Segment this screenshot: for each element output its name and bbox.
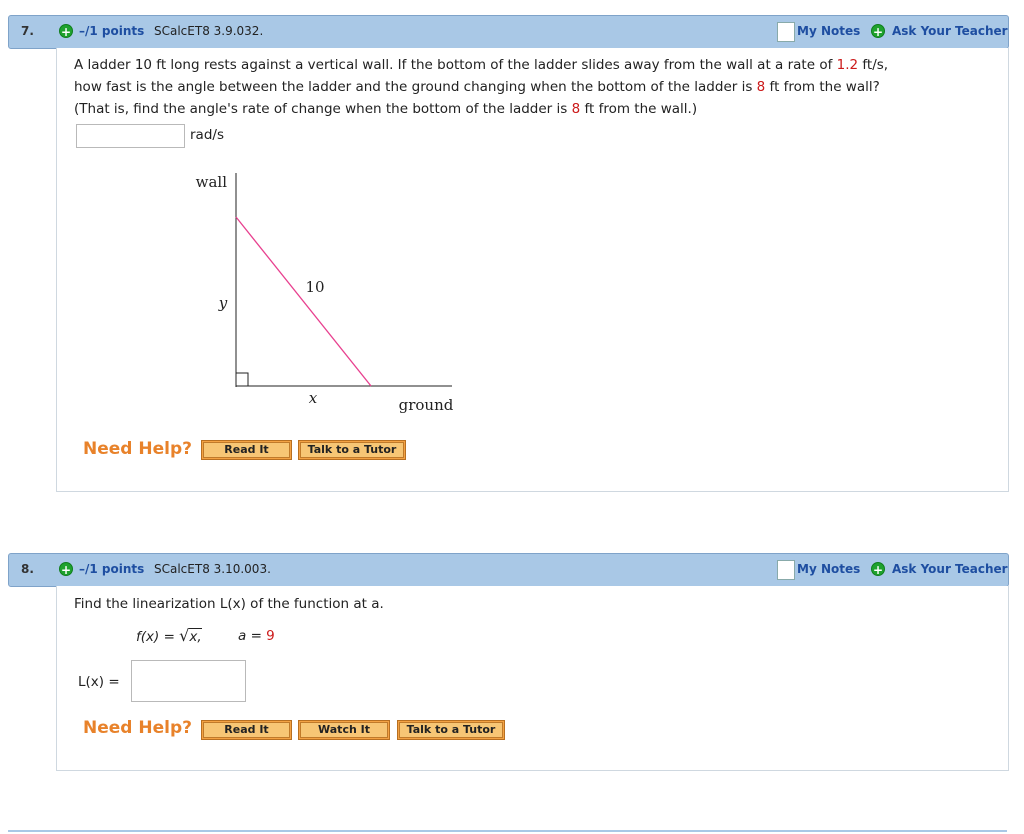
answer-input[interactable]: [76, 124, 185, 148]
read-it-button[interactable]: Read It: [201, 720, 292, 740]
problem-reference: SCalcET8 3.9.032.: [154, 24, 264, 38]
points-label: –/1 points: [79, 562, 145, 576]
linearization-input[interactable]: [131, 660, 246, 702]
ask-teacher-plus-icon[interactable]: +: [871, 562, 885, 577]
question-8-prompt: Find the linearization L(x) of the funct…: [74, 596, 384, 612]
ground-label: ground: [399, 396, 454, 414]
question-7-line-1: A ladder 10 ft long rests against a vert…: [74, 57, 889, 73]
need-help-label: Need Help?: [83, 718, 192, 738]
answer-unit: rad/s: [190, 127, 224, 143]
question-7-line-3: (That is, find the angle's rate of chang…: [74, 101, 698, 117]
question-7-line-2: how fast is the angle between the ladder…: [74, 79, 880, 95]
x-label: x: [309, 389, 318, 407]
problem-reference: SCalcET8 3.10.003.: [154, 562, 271, 576]
function-definition: f(x) = √x,: [136, 626, 202, 645]
next-question-header-edge: [8, 830, 1007, 832]
notes-page-icon[interactable]: [777, 22, 795, 42]
rate-value: 1.2: [836, 57, 859, 73]
expand-plus-icon[interactable]: +: [59, 24, 73, 39]
wall-label: wall: [196, 173, 228, 191]
ladder-diagram: wall y 10 x ground: [196, 173, 454, 414]
ask-teacher-plus-icon[interactable]: +: [871, 24, 885, 39]
question-number: 8.: [21, 562, 34, 576]
my-notes-link[interactable]: My Notes: [797, 562, 860, 576]
distance-value-2: 8: [571, 101, 581, 117]
read-it-button[interactable]: Read It: [201, 440, 292, 460]
sqrt-symbol: √: [179, 626, 190, 645]
question-8-header: 8. + –/1 points SCalcET8 3.10.003. My No…: [8, 553, 1009, 587]
y-label: y: [218, 294, 228, 312]
my-notes-link[interactable]: My Notes: [797, 24, 860, 38]
a-value: 9: [266, 628, 275, 644]
talk-to-tutor-button[interactable]: Talk to a Tutor: [397, 720, 505, 740]
notes-page-icon[interactable]: [777, 560, 795, 580]
question-number: 7.: [21, 24, 34, 38]
expand-plus-icon[interactable]: +: [59, 562, 73, 577]
right-angle-marker: [235, 372, 249, 387]
ladder-length-label: 10: [305, 278, 324, 296]
points-label: –/1 points: [79, 24, 145, 38]
talk-to-tutor-button[interactable]: Talk to a Tutor: [298, 440, 406, 460]
ladder-line: [235, 216, 372, 387]
linearization-label: L(x) =: [78, 674, 120, 690]
need-help-label: Need Help?: [83, 439, 192, 459]
question-7-header: 7. + –/1 points SCalcET8 3.9.032. My Not…: [8, 15, 1009, 49]
a-definition: a = 9: [238, 628, 275, 644]
ask-your-teacher-link[interactable]: Ask Your Teacher: [892, 24, 1008, 38]
distance-value: 8: [756, 79, 766, 95]
ask-your-teacher-link[interactable]: Ask Your Teacher: [892, 562, 1008, 576]
watch-it-button[interactable]: Watch It: [298, 720, 390, 740]
